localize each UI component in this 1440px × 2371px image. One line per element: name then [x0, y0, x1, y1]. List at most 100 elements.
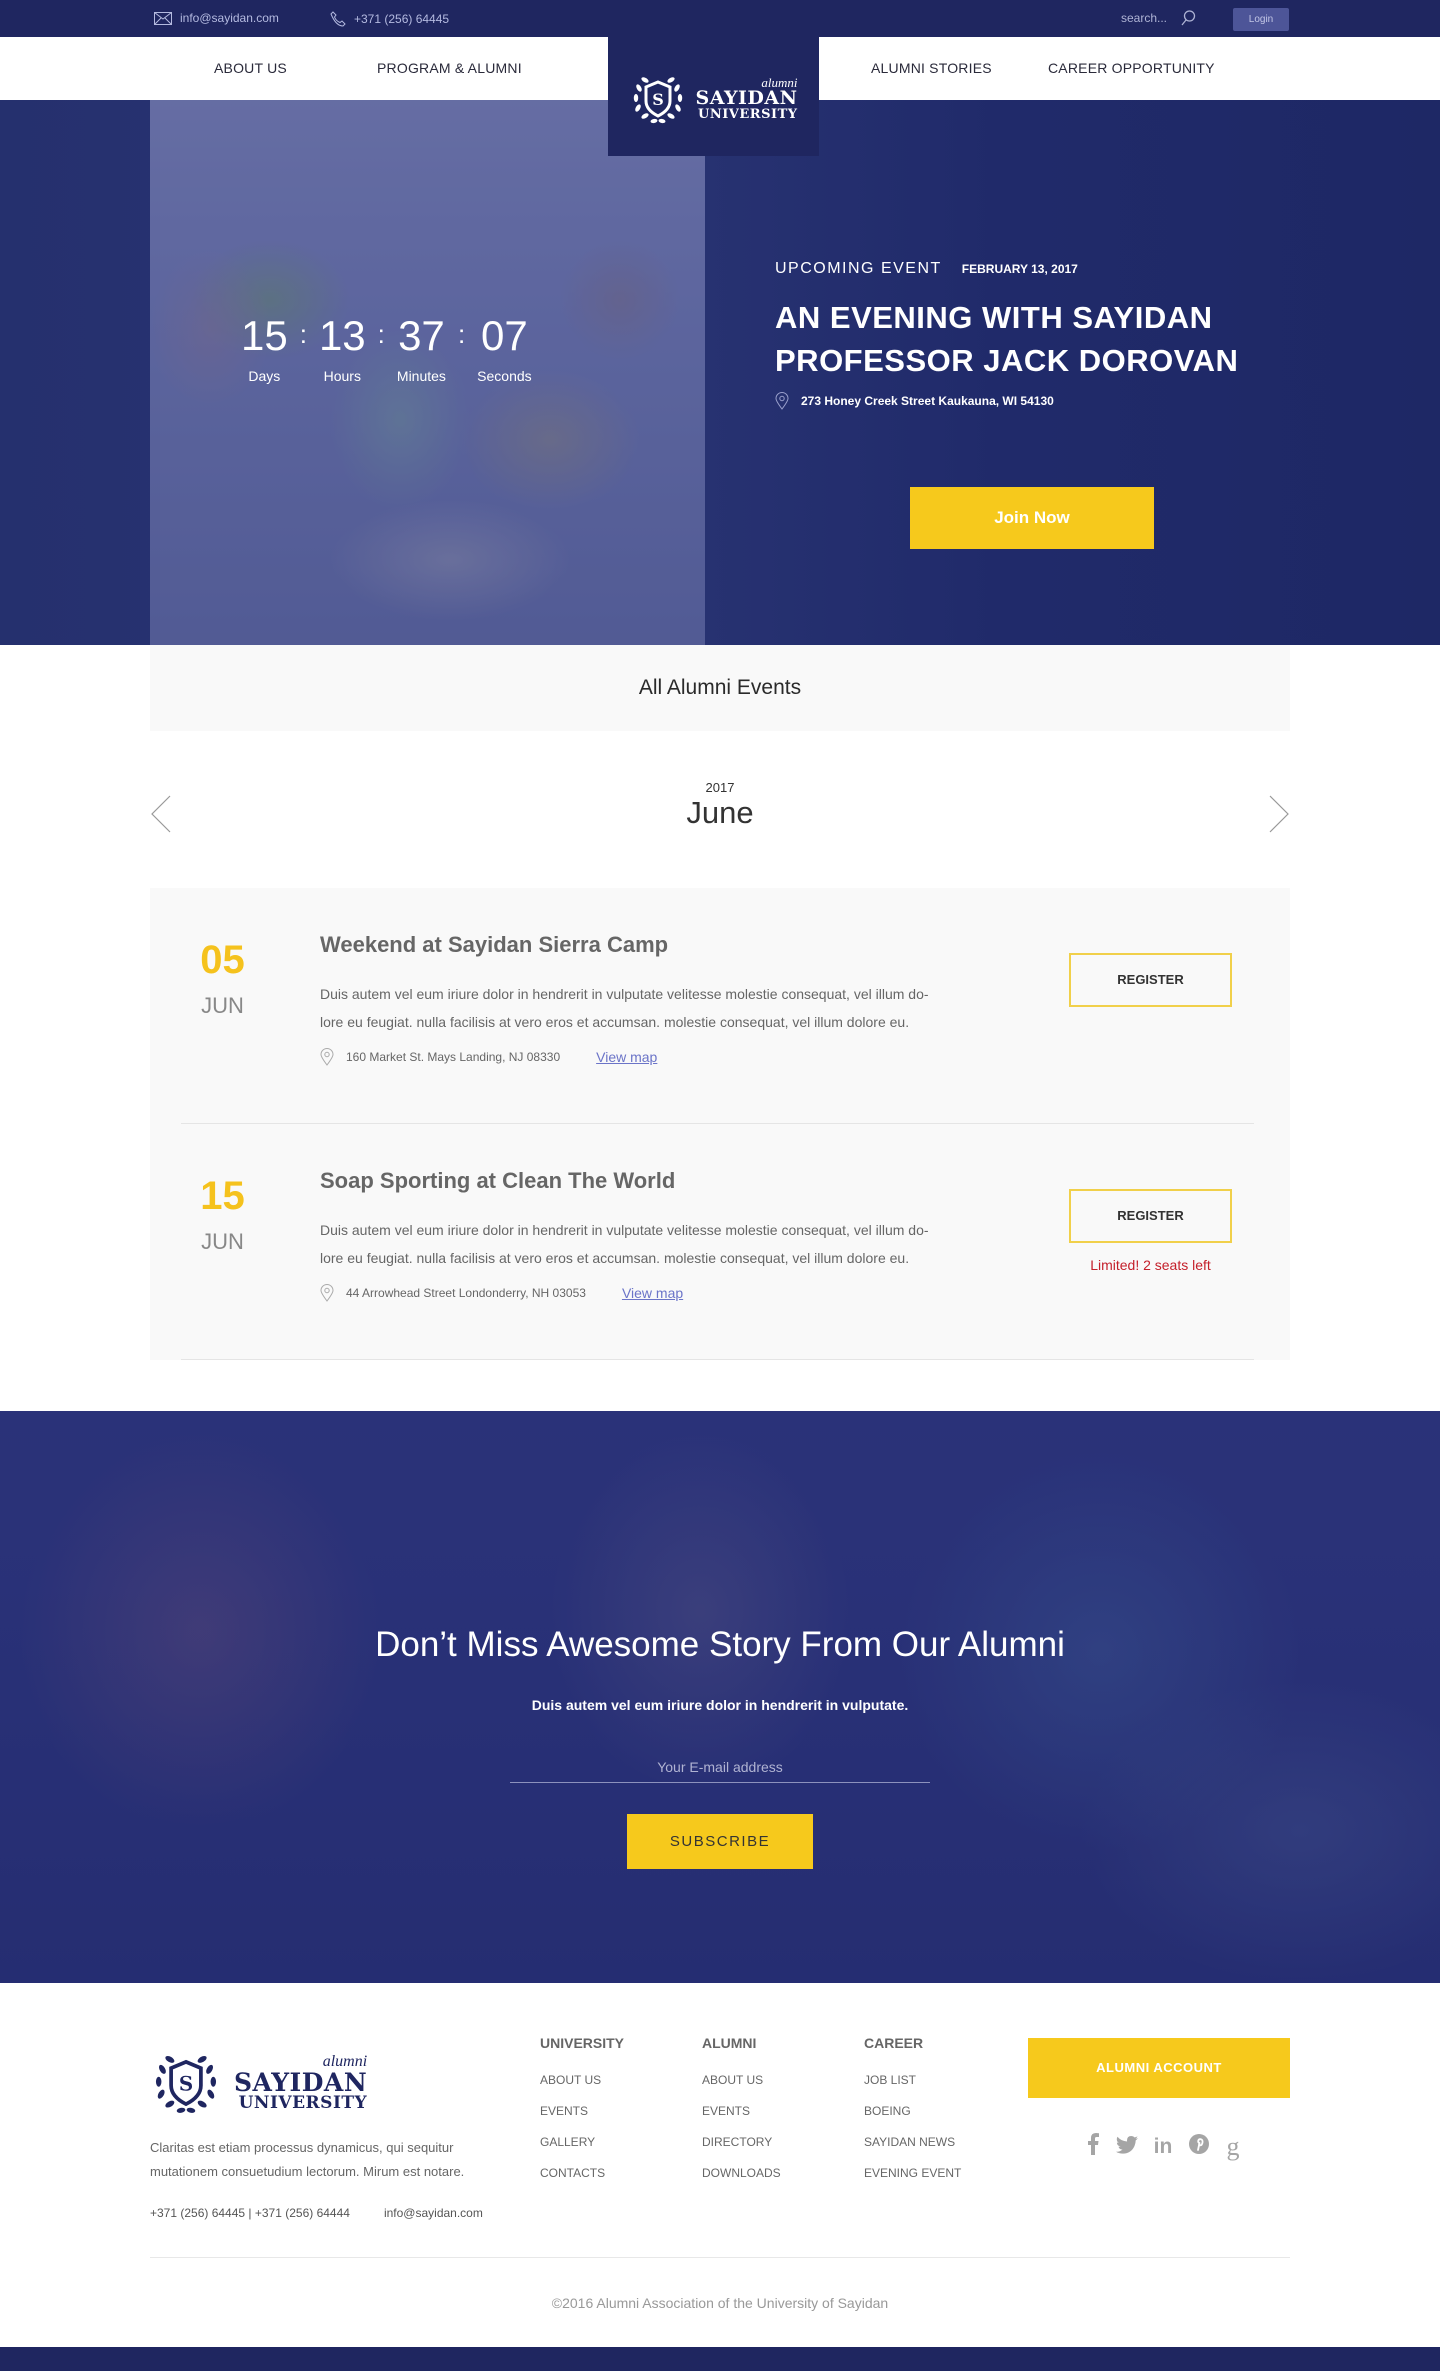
- view-map-link[interactable]: View map: [622, 1285, 683, 1301]
- search-icon[interactable]: [1181, 10, 1196, 26]
- nav-career-opportunity[interactable]: CAREER OPPORTUNITY: [1048, 37, 1215, 100]
- footer-link[interactable]: EVENTS: [702, 2104, 781, 2118]
- countdown-value: 15: [241, 312, 288, 359]
- footer-link[interactable]: ABOUT US: [540, 2073, 624, 2087]
- site-logo[interactable]: S alumni SAYIDAN UNIVERSITY: [608, 37, 819, 156]
- footer-link[interactable]: CONTACTS: [540, 2166, 624, 2180]
- event-location: 160 Market St. Mays Landing, NJ 08330 Vi…: [320, 1048, 657, 1066]
- pinterest-icon[interactable]: [1188, 2134, 1210, 2160]
- event-description-line: lore eu feugiat. nulla facilisis at vero…: [320, 1250, 910, 1266]
- event-description-line: lore eu feugiat. nulla facilisis at vero…: [320, 1014, 910, 1030]
- view-map-link[interactable]: View map: [596, 1049, 657, 1065]
- footer-column-title: ALUMNI: [702, 2035, 757, 2051]
- shield-laurel-icon: S: [155, 2055, 217, 2113]
- nav-about-us[interactable]: ABOUT US: [214, 37, 287, 100]
- next-month-arrow-icon[interactable]: [1268, 795, 1290, 833]
- countdown-value: 13: [318, 312, 366, 359]
- countdown-label: Minutes: [396, 368, 446, 384]
- logo-name: SAYIDAN: [695, 87, 798, 109]
- footer-description: Claritas est etiam processus dynamicus, …: [150, 2136, 510, 2184]
- event-day: 05: [200, 938, 245, 982]
- footer-link[interactable]: BOEING: [864, 2104, 961, 2118]
- event-title[interactable]: Weekend at Sayidan Sierra Camp: [320, 932, 668, 958]
- countdown-separator: :: [457, 319, 466, 349]
- countdown-hours: 13 Hours: [319, 312, 366, 384]
- countdown-label: Seconds: [477, 368, 532, 384]
- register-button[interactable]: REGISTER: [1069, 1189, 1232, 1243]
- linkedin-icon[interactable]: in: [1150, 2135, 1176, 2159]
- logo-sub: UNIVERSITY: [698, 107, 798, 122]
- event-address-text: 273 Honey Creek Street Kaukauna, WI 5413…: [801, 394, 1054, 408]
- logo-badge-letter: S: [179, 2071, 193, 2095]
- twitter-icon[interactable]: [1116, 2134, 1138, 2160]
- footer-divider: [150, 2257, 1290, 2258]
- footer-link[interactable]: DOWNLOADS: [702, 2166, 781, 2180]
- phone-icon: [330, 11, 346, 27]
- logo-badge-letter: S: [653, 90, 665, 109]
- subscribe-title: Don’t Miss Awesome Story From Our Alumni: [375, 1625, 1065, 1664]
- hero-section: 15 Days : 13 Hours : 37 Minutes : 07 Sec…: [0, 100, 1440, 645]
- footer-column-title: UNIVERSITY: [540, 2035, 625, 2051]
- logo-wordmark: alumni SAYIDAN UNIVERSITY: [695, 76, 797, 121]
- footer-email-link[interactable]: info@sayidan.com: [384, 2206, 483, 2220]
- seats-left-notice: Limited! 2 seats left: [1090, 1257, 1211, 1273]
- month-year: 2017: [705, 780, 735, 795]
- email-link[interactable]: info@sayidan.com: [154, 11, 279, 25]
- logo-sub: UNIVERSITY: [238, 2093, 368, 2113]
- event-location-text: 44 Arrowhead Street Londonderry, NH 0305…: [346, 1286, 586, 1300]
- footer-description-line: Claritas est etiam processus dynamicus, …: [150, 2140, 454, 2155]
- subscribe-button[interactable]: SUBSCRIBE: [627, 1814, 813, 1869]
- alumni-account-button[interactable]: ALUMNI ACCOUNT: [1028, 2038, 1290, 2098]
- footer-link[interactable]: GALLERY: [540, 2135, 624, 2149]
- footer-link[interactable]: EVENTS: [540, 2104, 624, 2118]
- event-month: JUN: [201, 993, 244, 1018]
- event-title[interactable]: Soap Sporting at Clean The World: [320, 1168, 675, 1194]
- events-list: 05 JUN Weekend at Sayidan Sierra Camp Du…: [150, 888, 1290, 1360]
- countdown-value: 37: [398, 312, 445, 359]
- bottom-bar: [0, 2347, 1440, 2371]
- footer: S alumni SAYIDAN UNIVERSITY Claritas est…: [0, 1983, 1440, 2347]
- footer-link[interactable]: EVENING EVENT: [864, 2166, 961, 2180]
- event-location: 44 Arrowhead Street Londonderry, NH 0305…: [320, 1284, 683, 1302]
- event-date: FEBRUARY 13, 2017: [961, 262, 1078, 276]
- phone-link[interactable]: +371 (256) 64445: [330, 11, 449, 27]
- main-nav: ABOUT US PROGRAM & ALUMNI ALUMNI STORIES…: [0, 37, 1440, 156]
- location-pin-icon: [320, 1048, 334, 1066]
- subscribe-subtitle: Duis autem vel eum iriure dolor in hendr…: [531, 1697, 909, 1713]
- countdown-value: 07: [481, 312, 528, 359]
- footer-link[interactable]: ABOUT US: [702, 2073, 781, 2087]
- footer-link[interactable]: SAYIDAN NEWS: [864, 2135, 961, 2149]
- nav-program-alumni[interactable]: PROGRAM & ALUMNI: [377, 37, 522, 100]
- event-title: AN EVENING WITH SAYIDAN PROFESSOR JACK D…: [775, 296, 1238, 382]
- join-now-button[interactable]: Join Now: [910, 487, 1154, 549]
- google-plus-icon[interactable]: g: [1222, 2134, 1244, 2160]
- footer-column-title: CAREER: [864, 2035, 924, 2051]
- event-title-line: AN EVENING WITH SAYIDAN: [775, 300, 1213, 335]
- location-pin-icon: [320, 1284, 334, 1302]
- footer-link[interactable]: DIRECTORY: [702, 2135, 781, 2149]
- countdown-seconds: 07 Seconds: [477, 312, 531, 384]
- search-placeholder: search...: [1121, 11, 1168, 25]
- social-links: in g: [1082, 2133, 1244, 2161]
- search-field[interactable]: search...: [1121, 10, 1196, 26]
- event-description: Duis autem vel eum iriure dolor in hendr…: [320, 980, 1020, 1036]
- event-kicker: UPCOMING EVENT FEBRUARY 13, 2017: [775, 260, 1238, 278]
- facebook-icon[interactable]: [1082, 2133, 1104, 2161]
- register-button[interactable]: REGISTER: [1069, 953, 1232, 1007]
- event-title-line: PROFESSOR JACK DOROVAN: [775, 343, 1239, 378]
- nav-alumni-stories[interactable]: ALUMNI STORIES: [871, 37, 992, 100]
- footer-logo[interactable]: S alumni SAYIDAN UNIVERSITY: [150, 2047, 367, 2119]
- footer-link[interactable]: JOB LIST: [864, 2073, 961, 2087]
- top-bar: info@sayidan.com +371 (256) 64445 search…: [0, 0, 1440, 37]
- countdown-separator: :: [377, 319, 385, 349]
- subscribe-email-input[interactable]: [510, 1751, 930, 1783]
- event-location-text: 160 Market St. Mays Landing, NJ 08330: [346, 1050, 561, 1064]
- countdown-label: Hours: [323, 368, 361, 384]
- subscribe-section: Don’t Miss Awesome Story From Our Alumni…: [0, 1411, 1440, 1983]
- countdown-minutes: 37 Minutes: [397, 312, 446, 384]
- countdown-separator: :: [299, 319, 307, 349]
- location-pin-icon: [775, 392, 789, 410]
- logo-name: SAYIDAN: [234, 2068, 368, 2097]
- login-button[interactable]: Login: [1233, 8, 1289, 31]
- all-events-heading: All Alumni Events: [150, 645, 1290, 731]
